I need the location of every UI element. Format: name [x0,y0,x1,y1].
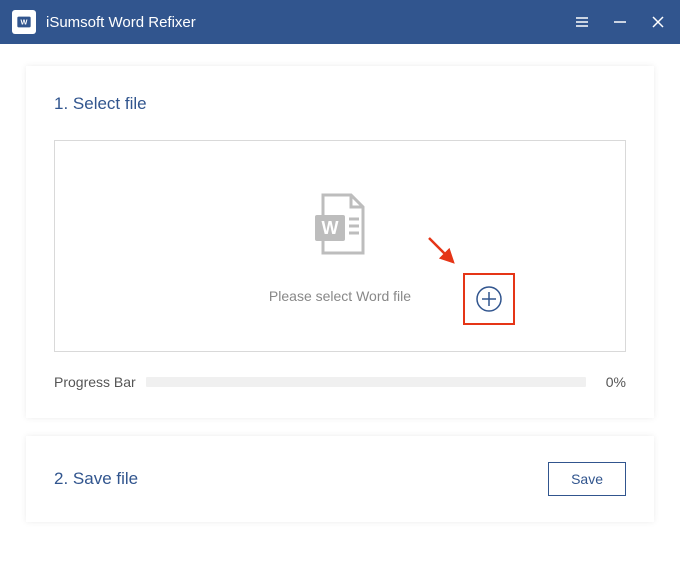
section2-title: 2. Save file [54,469,138,489]
progress-bar [146,377,586,387]
annotation-arrow [423,232,463,277]
dropzone-text: Please select Word file [269,288,411,304]
app-logo: W [12,10,36,34]
plus-circle-icon [475,285,503,313]
app-title: iSumsoft Word Refixer [46,14,196,31]
close-button[interactable] [648,12,668,32]
window-controls [572,12,668,32]
svg-text:W: W [21,18,28,27]
content-area: 1. Select file W Please select Word file [0,44,680,522]
titlebar: W iSumsoft Word Refixer [0,0,680,44]
save-file-panel: 2. Save file Save [26,436,654,522]
hamburger-icon [574,14,590,30]
select-file-panel: 1. Select file W Please select Word file [26,66,654,418]
save-button[interactable]: Save [548,462,626,496]
progress-row: Progress Bar 0% [54,374,626,390]
word-file-icon: W [305,189,375,264]
menu-button[interactable] [572,12,592,32]
close-icon [650,14,666,30]
section1-title: 1. Select file [54,94,626,114]
progress-percent: 0% [596,374,626,390]
minimize-icon [612,14,628,30]
svg-text:W: W [322,218,339,238]
progress-label: Progress Bar [54,374,136,390]
file-dropzone[interactable]: W Please select Word file [54,140,626,352]
word-logo-icon: W [16,14,32,30]
minimize-button[interactable] [610,12,630,32]
add-file-button[interactable] [473,283,505,315]
